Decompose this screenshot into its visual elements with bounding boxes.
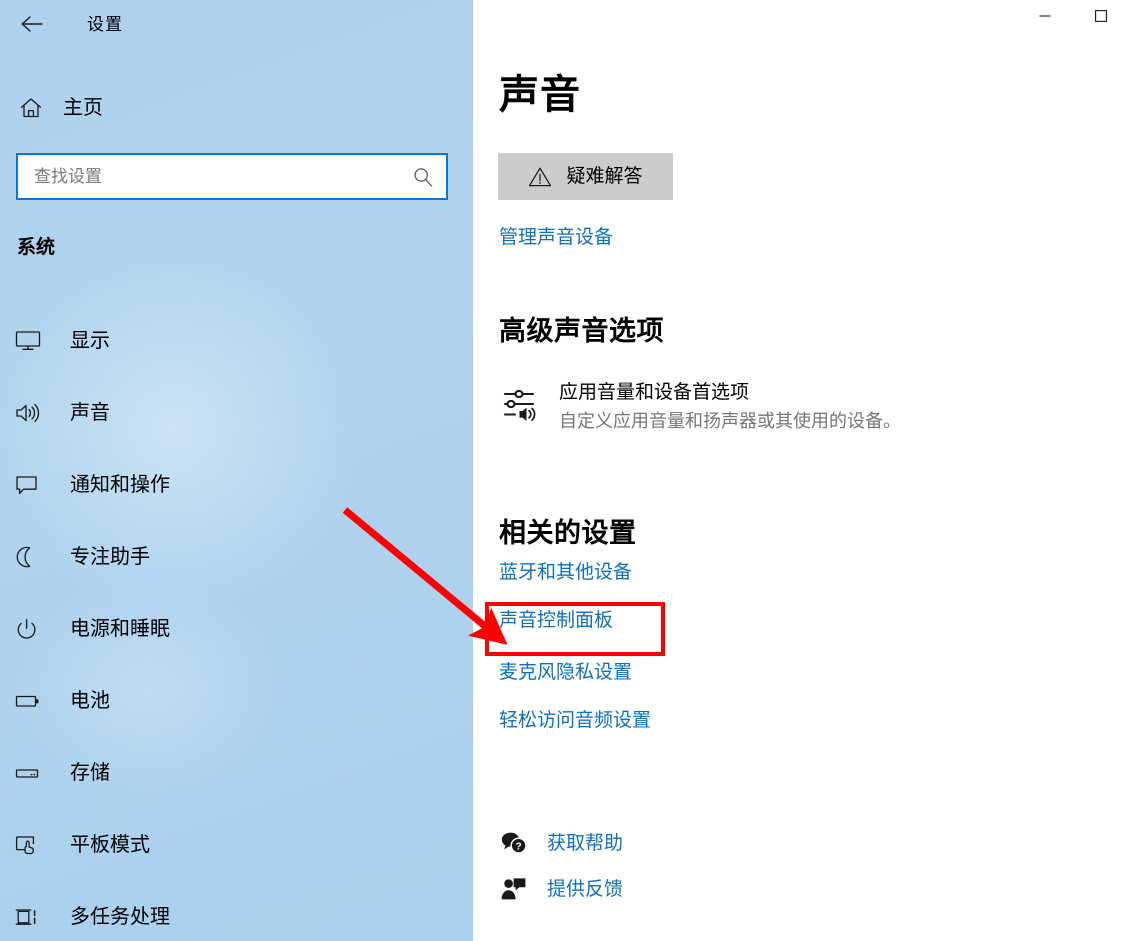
sidebar-nav: 显示 声音 通知和操作 专注助手 电源和睡眠 电池 存储 平板模式 多任务处理 (0, 305, 473, 941)
sidebar-item-sound[interactable]: 声音 (0, 377, 473, 449)
back-arrow-icon (21, 16, 43, 32)
sidebar-item-power-sleep-label: 电源和睡眠 (70, 618, 170, 640)
give-feedback-link[interactable]: 提供反馈 (499, 874, 623, 904)
related-link-sound-control-panel[interactable]: 声音控制面板 (499, 611, 919, 630)
maximize-icon (1095, 10, 1107, 22)
sidebar-item-multitasking[interactable]: 多任务处理 (0, 881, 473, 941)
app-volume-device-preferences-description: 自定义应用音量和扬声器或其使用的设备。 (559, 410, 901, 431)
advanced-sound-options-heading: 高级声音选项 (499, 316, 664, 346)
sidebar-item-storage[interactable]: 存储 (0, 737, 473, 809)
sidebar: 设置 主页 系统 (0, 0, 473, 941)
troubleshoot-button[interactable]: 疑难解答 (498, 153, 673, 200)
help-bubble-icon: ? (499, 828, 529, 858)
sidebar-item-tablet-mode[interactable]: 平板模式 (0, 809, 473, 881)
notification-icon (14, 470, 50, 500)
window-controls (1017, 0, 1129, 32)
sidebar-group-title: 系统 (17, 237, 56, 258)
related-link-ease-of-access-audio[interactable]: 轻松访问音频设置 (499, 711, 919, 730)
moon-icon (14, 542, 50, 572)
app-volume-device-preferences-title: 应用音量和设备首选项 (559, 382, 750, 403)
power-icon (14, 614, 50, 644)
manage-sound-devices-link[interactable]: 管理声音设备 (499, 228, 613, 247)
svg-text:?: ? (516, 842, 522, 853)
speaker-icon (14, 398, 50, 428)
tablet-mode-icon (14, 830, 50, 860)
related-link-bluetooth-devices[interactable]: 蓝牙和其他设备 (499, 563, 919, 582)
related-link-microphone-privacy[interactable]: 麦克风隐私设置 (499, 663, 919, 682)
sidebar-item-focus-assist[interactable]: 专注助手 (0, 521, 473, 593)
sidebar-item-power-sleep[interactable]: 电源和睡眠 (0, 593, 473, 665)
search-icon (414, 167, 433, 186)
warning-triangle-icon (529, 167, 552, 186)
sidebar-item-notifications-label: 通知和操作 (70, 474, 170, 496)
battery-icon (14, 686, 50, 716)
main-content: 声音 疑难解答 管理声音设备 高级声音选项 应用音量和设备首选项 自定义应用音量… (473, 0, 1129, 941)
sidebar-header: 设置 (0, 0, 473, 48)
sidebar-item-home-label: 主页 (63, 97, 103, 119)
sidebar-item-tablet-mode-label: 平板模式 (70, 834, 150, 856)
sidebar-item-battery-label: 电池 (70, 690, 110, 712)
sidebar-item-storage-label: 存储 (70, 762, 110, 784)
search-box[interactable] (16, 153, 448, 200)
sidebar-item-display[interactable]: 显示 (0, 305, 473, 377)
related-settings-heading: 相关的设置 (499, 518, 637, 548)
settings-window: 设置 主页 系统 (0, 0, 1129, 941)
get-help-label: 获取帮助 (547, 832, 624, 854)
feedback-person-icon (499, 874, 529, 904)
sidebar-item-notifications[interactable]: 通知和操作 (0, 449, 473, 521)
app-volume-device-preferences-text: 应用音量和设备首选项 自定义应用音量和扬声器或其使用的设备。 (559, 382, 901, 432)
troubleshoot-button-label: 疑难解答 (566, 166, 643, 187)
support-links: ? 获取帮助 提供反馈 (499, 828, 623, 904)
minimize-icon (1039, 15, 1051, 17)
get-help-link[interactable]: ? 获取帮助 (499, 828, 623, 858)
storage-icon (14, 758, 50, 788)
sidebar-item-display-label: 显示 (70, 330, 110, 352)
sidebar-item-home[interactable]: 主页 (0, 88, 103, 128)
multitasking-icon (14, 902, 50, 932)
search-button[interactable] (400, 155, 446, 198)
sidebar-item-multitasking-label: 多任务处理 (70, 906, 170, 928)
home-icon (20, 98, 42, 118)
app-volume-device-preferences-item[interactable]: 应用音量和设备首选项 自定义应用音量和扬声器或其使用的设备。 (501, 378, 907, 436)
back-button[interactable] (8, 5, 56, 43)
sidebar-item-battery[interactable]: 电池 (0, 665, 473, 737)
related-settings-links: 蓝牙和其他设备 声音控制面板 麦克风隐私设置 轻松访问音频设置 (499, 563, 919, 759)
maximize-button[interactable] (1073, 0, 1129, 32)
minimize-button[interactable] (1017, 0, 1073, 32)
sidebar-item-focus-assist-label: 专注助手 (70, 546, 150, 568)
search-input[interactable] (18, 155, 400, 198)
volume-mixer-icon (501, 384, 541, 424)
sidebar-item-sound-label: 声音 (70, 402, 110, 424)
monitor-icon (14, 326, 50, 356)
window-title: 设置 (87, 14, 123, 34)
give-feedback-label: 提供反馈 (547, 878, 624, 900)
page-title: 声音 (499, 73, 581, 117)
